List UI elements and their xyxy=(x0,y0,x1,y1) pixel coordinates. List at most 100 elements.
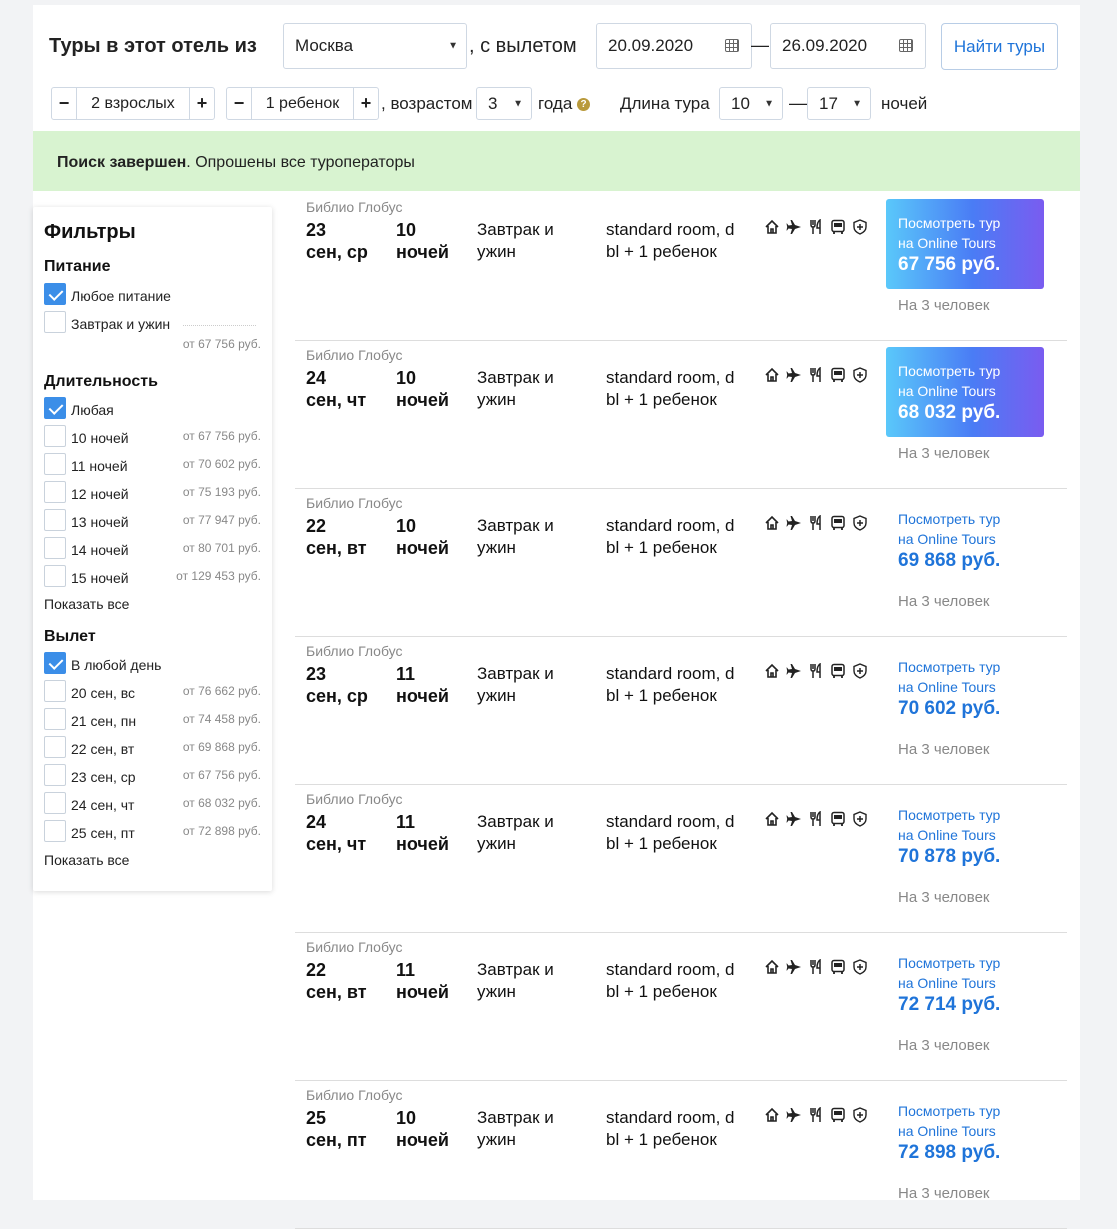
filter-option-label: Любое питание xyxy=(71,288,171,304)
tour-date: 23 сен, ср xyxy=(306,663,368,707)
tour-room-line: bl + 1 ребенок xyxy=(606,982,717,1001)
calendar-icon[interactable] xyxy=(725,39,739,52)
checkbox[interactable] xyxy=(44,764,66,786)
date-to-input[interactable]: 26.09.2020 xyxy=(770,23,926,69)
insurance-shield-icon xyxy=(852,219,868,235)
view-tour-button[interactable]: Посмотреть тур на Online Tours 72 714 ру… xyxy=(886,939,1044,1029)
view-tour-button[interactable]: Посмотреть тур на Online Tours 70 878 ру… xyxy=(886,791,1044,881)
checkbox[interactable] xyxy=(44,481,66,503)
tour-meal-line: ужин xyxy=(477,538,516,557)
tour-meal-line: Завтрак и xyxy=(477,220,554,239)
insurance-shield-icon xyxy=(852,1107,868,1123)
adults-stepper[interactable]: − 2 взрослых + xyxy=(51,87,215,120)
hotel-icon xyxy=(764,219,780,235)
tour-included-icons xyxy=(764,959,868,975)
tour-operator: Библио Глобус xyxy=(306,939,403,955)
view-tour-button[interactable]: Посмотреть тур на Online Tours 67 756 ру… xyxy=(886,199,1044,289)
tour-meal-line: Завтрак и xyxy=(477,664,554,683)
checkbox[interactable] xyxy=(44,425,66,447)
transfer-bus-icon xyxy=(830,515,846,531)
tour-row: Библио Глобус 24 сен, чт 10 ночей Завтра… xyxy=(295,341,1067,489)
checkbox[interactable] xyxy=(44,537,66,559)
insurance-shield-icon xyxy=(852,663,868,679)
insurance-shield-icon xyxy=(852,811,868,827)
departure-show-all-link[interactable]: Показать все xyxy=(44,852,129,868)
view-tour-label: на Online Tours xyxy=(898,827,996,843)
tour-date: 22 сен, вт xyxy=(306,515,367,559)
date-from-input[interactable]: 20.09.2020 xyxy=(596,23,752,69)
tour-meal-line: Завтрак и xyxy=(477,960,554,979)
filter-option-label: Любая xyxy=(71,402,114,418)
tour-room-line: bl + 1 ребенок xyxy=(606,242,717,261)
tour-nights-count: 10 xyxy=(396,220,417,240)
checkbox[interactable] xyxy=(44,652,66,674)
city-select[interactable]: Москва ▼ xyxy=(283,23,467,69)
checkbox[interactable] xyxy=(44,736,66,758)
adults-minus-button[interactable]: − xyxy=(52,88,76,119)
find-tours-button[interactable]: Найти туры xyxy=(941,23,1058,70)
calendar-icon[interactable] xyxy=(899,39,913,52)
filter-option-label: 20 сен, вс xyxy=(71,685,136,701)
children-plus-button[interactable]: + xyxy=(354,88,378,119)
tour-weekday: сен, вт xyxy=(306,538,367,558)
hotel-icon xyxy=(764,663,780,679)
tour-nights: 10 ночей xyxy=(396,219,449,263)
nights-to-select[interactable]: 17 ▼ xyxy=(807,87,871,120)
checkbox[interactable] xyxy=(44,820,66,842)
nights-dash: — xyxy=(789,93,807,113)
tour-nights-count: 11 xyxy=(396,664,416,684)
tour-row: Библио Глобус 25 сен, пт 10 ночей Завтра… xyxy=(295,1081,1067,1229)
child-age-select[interactable]: 3 ▼ xyxy=(476,87,532,120)
view-tour-label: Посмотреть тур xyxy=(898,659,1001,675)
tour-operator: Библио Глобус xyxy=(306,199,403,215)
tour-room-line: bl + 1 ребенок xyxy=(606,686,717,705)
help-icon[interactable]: ? xyxy=(577,98,591,112)
tour-date: 24 сен, чт xyxy=(306,811,366,855)
tour-row: Библио Глобус 23 сен, ср 10 ночей Завтра… xyxy=(295,193,1067,341)
flight-icon xyxy=(786,811,802,827)
tour-included-icons xyxy=(764,515,868,531)
tour-operator: Библио Глобус xyxy=(306,495,403,511)
tour-meal-line: ужин xyxy=(477,834,516,853)
checkbox[interactable] xyxy=(44,509,66,531)
checkbox[interactable] xyxy=(44,680,66,702)
transfer-bus-icon xyxy=(830,959,846,975)
checkbox[interactable] xyxy=(44,792,66,814)
checkbox[interactable] xyxy=(44,397,66,419)
view-tour-label: Посмотреть тур xyxy=(898,363,1001,379)
tour-people-count: На 3 человек xyxy=(898,1185,990,1202)
nights-unit: ночей xyxy=(881,94,928,113)
tour-weekday: сен, пт xyxy=(306,1130,367,1150)
view-tour-button[interactable]: Посмотреть тур на Online Tours 68 032 ру… xyxy=(886,347,1044,437)
nights-from-select[interactable]: 10 ▼ xyxy=(719,87,783,120)
tour-meal: Завтрак и ужин xyxy=(477,515,554,559)
view-tour-button[interactable]: Посмотреть тур на Online Tours 69 868 ру… xyxy=(886,495,1044,585)
meal-icon xyxy=(808,959,824,975)
tour-room: standard room, d bl + 1 ребенок xyxy=(606,959,746,1003)
checkbox[interactable] xyxy=(44,708,66,730)
adults-plus-button[interactable]: + xyxy=(190,88,214,119)
filter-option-price: от 69 868 руб. xyxy=(182,740,261,754)
view-tour-button[interactable]: Посмотреть тур на Online Tours 70 602 ру… xyxy=(886,643,1044,733)
view-tour-label: на Online Tours xyxy=(898,531,996,547)
tour-nights-unit: ночей xyxy=(396,242,449,262)
view-tour-button[interactable]: Посмотреть тур на Online Tours 72 898 ру… xyxy=(886,1087,1044,1177)
children-stepper[interactable]: − 1 ребенок + xyxy=(226,87,379,120)
meal-icon xyxy=(808,219,824,235)
tour-meal: Завтрак и ужин xyxy=(477,219,554,263)
duration-show-all-link[interactable]: Показать все xyxy=(44,596,129,612)
tour-included-icons xyxy=(764,811,868,827)
checkbox[interactable] xyxy=(44,453,66,475)
tour-day: 25 xyxy=(306,1108,327,1128)
meal-icon xyxy=(808,1107,824,1123)
tour-nights: 11 ночей xyxy=(396,959,449,1003)
flight-icon xyxy=(786,1107,802,1123)
checkbox[interactable] xyxy=(44,311,66,333)
age-unit: года ? xyxy=(538,94,591,114)
hotel-icon xyxy=(764,959,780,975)
checkbox[interactable] xyxy=(44,565,66,587)
hotel-icon xyxy=(764,367,780,383)
children-minus-button[interactable]: − xyxy=(227,88,251,119)
search-title: Туры в этот отель из xyxy=(49,35,257,57)
checkbox[interactable] xyxy=(44,283,66,305)
